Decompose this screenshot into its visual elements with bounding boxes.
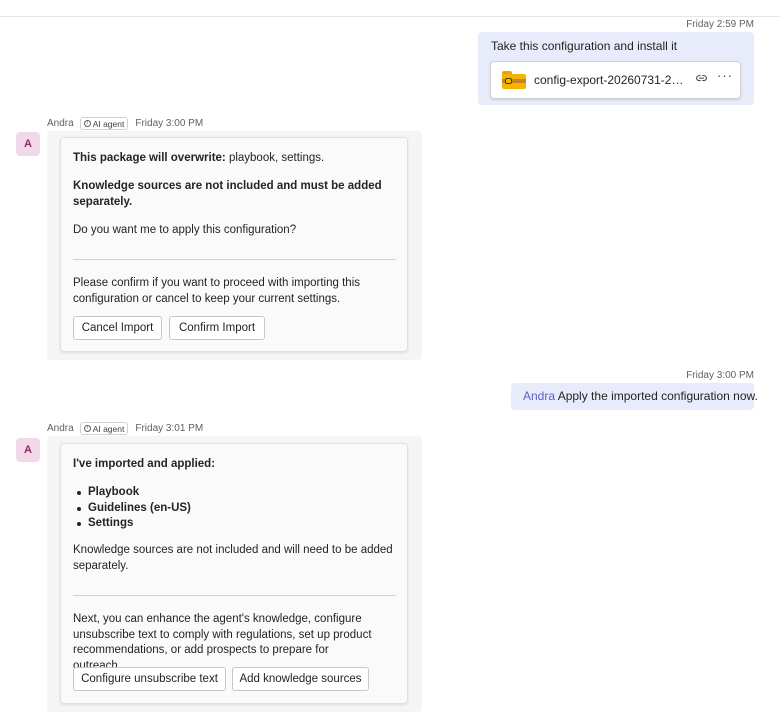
imported-items-list: Playbook Guidelines (en-US) Settings: [73, 485, 191, 532]
message-text: Andra Apply the imported configuration n…: [523, 389, 758, 403]
ai-agent-badge: i AI agent: [79, 117, 129, 130]
avatar[interactable]: A: [16, 438, 40, 462]
apply-question: Do you want me to apply this configurati…: [73, 224, 297, 236]
info-icon: i: [83, 120, 91, 127]
more-icon[interactable]: ···: [717, 68, 733, 83]
message-timestamp: Friday 3:00 PM: [135, 118, 204, 129]
message-meta: Andra i AI agent Friday 3:01 PM: [47, 422, 203, 435]
confirm-text: Please confirm if you want to proceed wi…: [73, 277, 360, 305]
overwrite-notice: This package will overwrite: playbook, s…: [73, 152, 325, 164]
imported-heading: I've imported and applied:: [73, 458, 216, 470]
outgoing-message-bubble: Take this configuration and install it c…: [478, 32, 754, 105]
outgoing-message-bubble: Andra Apply the imported configuration n…: [511, 383, 758, 410]
message-timestamp: Friday 3:00 PM: [686, 370, 754, 381]
message-timestamp: Friday 3:01 PM: [135, 423, 204, 434]
card-divider: [73, 595, 396, 596]
avatar[interactable]: A: [16, 132, 40, 156]
adaptive-card: I've imported and applied: Playbook Guid…: [60, 443, 408, 704]
message-meta: Andra i AI agent Friday 3:00 PM: [47, 117, 203, 130]
add-knowledge-sources-button[interactable]: Add knowledge sources: [232, 667, 369, 691]
link-icon[interactable]: [695, 72, 708, 88]
list-item: Guidelines (en-US): [73, 501, 191, 517]
cancel-import-button[interactable]: Cancel Import: [73, 316, 162, 340]
list-item: Settings: [73, 516, 191, 532]
incoming-message-bubble: This package will overwrite: playbook, s…: [47, 131, 422, 360]
file-attachment-card[interactable]: config-export-20260731-215... ···: [490, 61, 741, 99]
info-icon: i: [83, 425, 91, 432]
knowledge-warning: Knowledge sources are not included and m…: [73, 180, 382, 208]
file-name: config-export-20260731-215...: [534, 73, 684, 87]
confirm-import-button[interactable]: Confirm Import: [169, 316, 265, 340]
top-divider: [0, 16, 780, 17]
mention-andra[interactable]: Andra: [523, 389, 555, 403]
incoming-message-bubble: I've imported and applied: Playbook Guid…: [47, 436, 422, 712]
configure-unsubscribe-button[interactable]: Configure unsubscribe text: [73, 667, 226, 691]
ai-agent-badge: i AI agent: [79, 422, 129, 435]
next-steps-text: Next, you can enhance the agent's knowle…: [73, 613, 372, 672]
knowledge-note: Knowledge sources are not included and w…: [73, 544, 393, 572]
author-name: Andra: [47, 118, 74, 129]
card-divider: [73, 259, 396, 260]
author-name: Andra: [47, 423, 74, 434]
message-text: Take this configuration and install it: [491, 39, 678, 53]
list-item: Playbook: [73, 485, 191, 501]
zip-folder-icon: [502, 71, 526, 89]
adaptive-card: This package will overwrite: playbook, s…: [60, 137, 408, 352]
message-timestamp: Friday 2:59 PM: [686, 19, 754, 30]
